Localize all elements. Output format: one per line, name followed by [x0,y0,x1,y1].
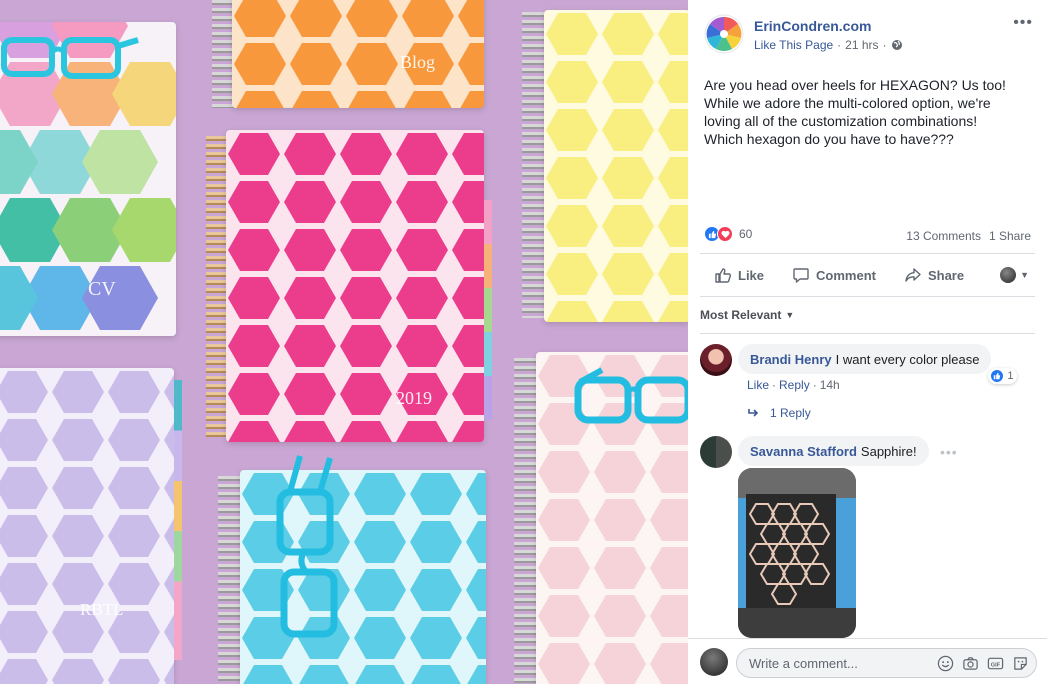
cover-initials-cv: CV [88,278,116,300]
comment-reply-link[interactable]: Reply [779,378,810,392]
comment-text: Sapphire! [860,443,917,459]
comment-label: Comment [816,267,876,283]
comment-sort-dropdown[interactable]: Most Relevant ▼ [700,308,794,322]
comment-like-link[interactable]: Like [747,378,769,392]
cover-text-year: 2019 [396,388,432,408]
share-label: Share [927,267,965,283]
post-meta: Like This Page · 21 hrs · [754,38,903,52]
share-button[interactable]: Share [890,266,978,284]
planner-lilac: RBTL [0,368,174,684]
comment-reaction-badge[interactable]: 1 [988,368,1018,384]
commenter-avatar[interactable] [700,344,732,376]
like-page-link[interactable]: Like This Page [754,38,833,52]
comment-bubble: Savanna Stafford Sapphire! [738,436,929,466]
comment-author-link[interactable]: Brandi Henry [750,352,832,367]
meta-separator: · [772,378,777,392]
comment-bubble: Brandi Henry I want every color please 1 [738,344,1018,384]
page-logo-icon[interactable] [704,14,744,54]
globe-icon [891,40,902,50]
thumbs-up-icon [715,268,731,283]
glasses-illustration [276,455,338,638]
emoji-icon[interactable] [937,655,954,672]
gif-icon[interactable]: GIF [987,655,1004,672]
comment-timestamp[interactable]: 14h [820,378,840,392]
divider [700,253,1035,254]
spiral-binding [218,476,240,684]
meta-separator: · [882,38,887,52]
planner-orange: Blog [232,0,484,108]
comment-options-icon[interactable]: ••• [940,444,958,460]
divider [700,296,1035,297]
post-timestamp[interactable]: 21 hrs [845,38,878,52]
cover-initials-rbtl: RBTL [80,600,124,619]
camera-icon[interactable] [962,655,979,672]
meta-separator: · [812,378,817,392]
chevron-down-icon: ▼ [785,310,795,320]
meta-separator: · [837,38,842,52]
post-panel: ErinCondren.com Like This Page · 21 hrs … [688,0,1047,684]
avatar [1000,267,1017,283]
reply-arrow-icon [748,409,759,417]
post-text: Are you head over heels for HEXAGON? Us … [704,77,1006,147]
reactions-summary[interactable]: 60 [704,226,752,242]
comment-item: Brandi Henry I want every color please 1 [700,344,1018,384]
share-icon [905,268,921,282]
divider [700,333,1035,334]
reaction-count: 60 [739,227,753,241]
comments-count-link[interactable]: 13 Comments [906,229,981,243]
action-bar: Like Comment Share ▼ [700,258,1035,292]
spiral-binding [522,12,544,318]
glasses-illustration [574,367,688,424]
comment-author-link[interactable]: Savanna Stafford [750,444,857,459]
comment-composer: Write a comment... GIF [688,638,1047,684]
post-as-selector[interactable]: ▼ [1000,267,1035,283]
more-options-icon[interactable]: ••• [1013,14,1033,32]
chevron-down-icon: ▼ [1020,270,1029,280]
commenter-avatar[interactable] [700,436,732,468]
sticker-icon[interactable] [1012,655,1029,672]
comment-attached-photo[interactable] [738,468,856,638]
comment-button[interactable]: Comment [778,266,890,284]
cover-text-blog: Blog [400,52,436,72]
sort-label: Most Relevant [700,308,782,322]
composer-tools: GIF [937,655,1029,672]
spiral-binding [514,358,536,684]
replies-count-label: 1 Reply [770,406,811,420]
planner-yellow [544,10,688,322]
svg-text:GIF: GIF [991,662,1001,668]
comment-text: I want every color please [835,351,980,367]
comment-item: Savanna Stafford Sapphire! [700,436,929,468]
engagement-counts: 13 Comments 1 Share [906,229,1031,243]
shares-count-link[interactable]: 1 Share [989,229,1031,243]
post-photo[interactable]: CV Blog 2019 RBTL [0,0,688,684]
comment-actions: Like · Reply · 14h [747,378,840,392]
planner-pink: 2019 [226,130,484,442]
glasses-illustration [1,37,139,79]
comment-reaction-count: 1 [1007,370,1014,382]
avatar [700,648,728,676]
view-replies-link[interactable]: 1 Reply [748,406,811,420]
like-label: Like [738,267,765,283]
like-button[interactable]: Like [700,266,778,284]
comment-icon [793,268,809,283]
spiral-binding [212,0,234,108]
page-name-link[interactable]: ErinCondren.com [754,18,871,34]
love-reaction-icon [717,226,733,242]
spiral-binding [206,136,228,438]
planner-tabs [484,200,492,420]
planner-tabs [174,380,182,660]
like-reaction-icon [990,369,1005,383]
